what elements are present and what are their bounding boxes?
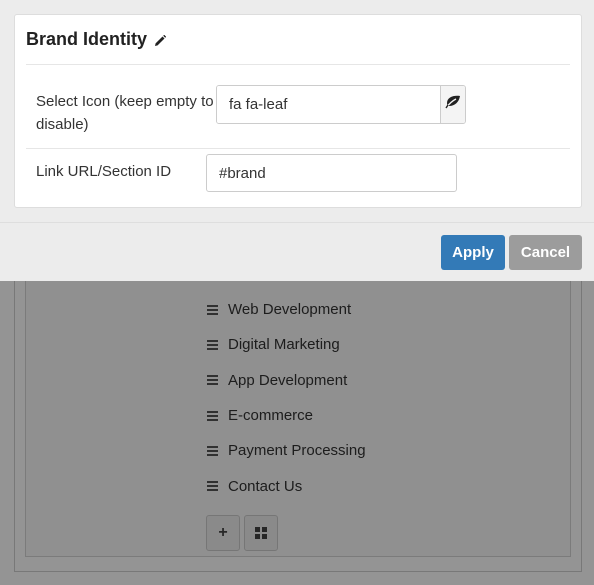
icon-preview-button[interactable] (440, 86, 465, 123)
cancel-button[interactable]: Cancel (509, 235, 582, 270)
dialog-footer-divider (0, 222, 594, 223)
dialog-title: Brand Identity (26, 29, 148, 49)
icon-input[interactable] (217, 86, 440, 123)
icon-picker (216, 85, 466, 124)
icon-field-row: Select Icon (keep empty to disable) (26, 65, 570, 149)
link-field-row: Link URL/Section ID (26, 149, 570, 206)
leaf-icon (445, 95, 461, 114)
dialog-card: Brand Identity Select Icon (keep empty t… (14, 14, 582, 208)
icon-field-label: Select Icon (keep empty to disable) (36, 93, 214, 133)
apply-button[interactable]: Apply (441, 235, 505, 270)
pencil-icon[interactable] (154, 34, 167, 46)
link-field-label: Link URL/Section ID (36, 163, 172, 180)
link-url-input[interactable] (206, 154, 457, 192)
edit-item-dialog: Brand Identity Select Icon (keep empty t… (0, 0, 594, 281)
dialog-header: Brand Identity (26, 15, 570, 65)
